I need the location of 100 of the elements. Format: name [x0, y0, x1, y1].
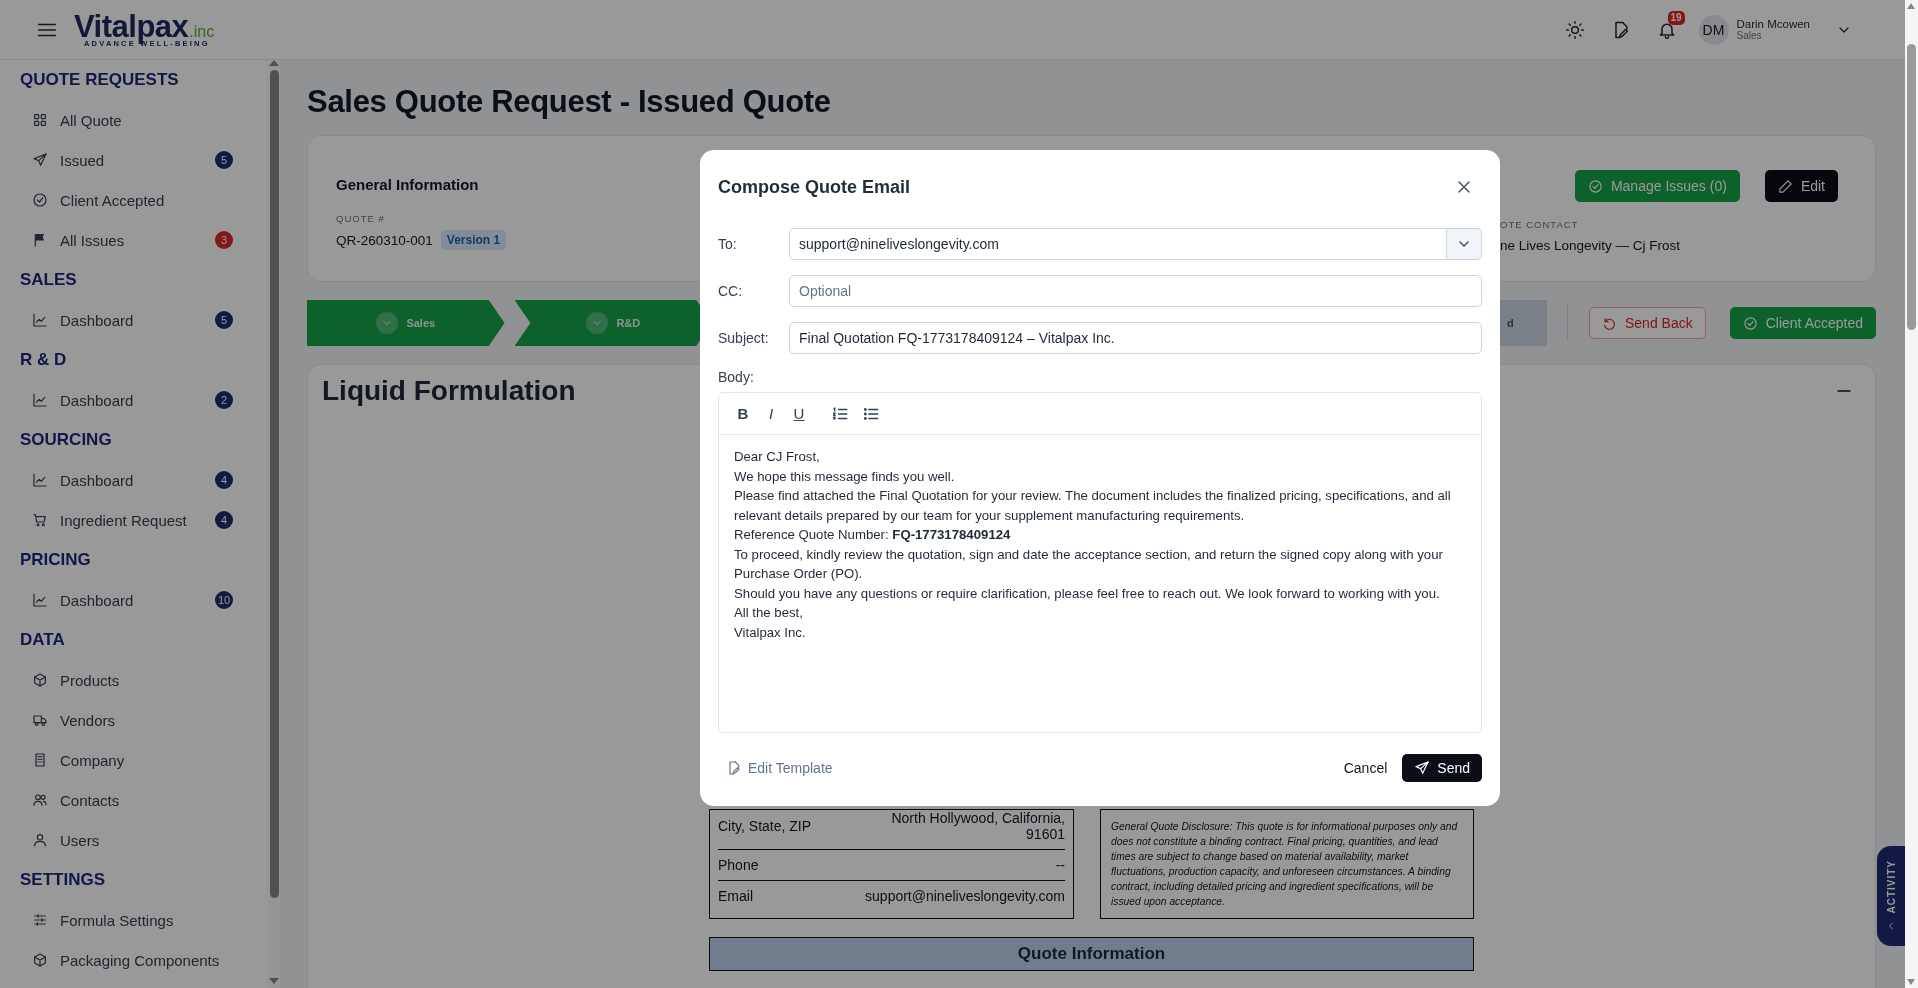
section-heading: SETTINGS — [20, 869, 105, 891]
recipient-field[interactable]: support@nineliveslongevity.com — [789, 228, 1447, 260]
numbered-list-icon[interactable] — [831, 404, 849, 423]
file-edit-icon — [726, 760, 742, 776]
section-heading: DATA — [20, 629, 65, 651]
section-title: Liquid Formulation — [322, 375, 576, 407]
card-heading: General Information — [336, 176, 479, 193]
step-label: R&D — [616, 317, 641, 329]
action-button[interactable]: Send Back — [1589, 307, 1706, 339]
building-icon — [32, 752, 48, 768]
sidebar-item[interactable]: Issued 5 — [20, 140, 267, 180]
cart-icon — [32, 512, 48, 528]
user-name: Darin Mcowen — [1736, 17, 1810, 31]
contact-value: -- — [1055, 857, 1065, 873]
contact-value: North Hollywood, California, 91601 — [890, 810, 1065, 842]
field-label: QUOTE # — [336, 213, 385, 224]
sidebar-item[interactable]: Dashboard 10 — [20, 580, 267, 620]
undo-icon — [1602, 315, 1617, 331]
sidebar-item[interactable]: Company — [20, 740, 267, 780]
body-editor[interactable] — [718, 392, 1482, 733]
section-heading: PRICING — [20, 549, 91, 571]
avatar[interactable]: DM — [1698, 14, 1729, 45]
cube-icon — [32, 672, 48, 688]
count-badge: 4 — [215, 511, 233, 529]
body-text: All the best, — [734, 604, 804, 622]
field-label: Body: — [718, 369, 754, 385]
bold-button[interactable]: B — [731, 401, 755, 426]
sliders-icon — [32, 912, 48, 928]
users-icon — [32, 792, 48, 808]
version-badge: Version 1 — [440, 230, 507, 250]
sidebar-item[interactable]: Formula Settings — [20, 900, 267, 940]
contact-label: Email — [718, 888, 753, 904]
grid-icon — [32, 112, 48, 128]
count-badge: 4 — [215, 471, 233, 489]
contact-label: Phone — [718, 857, 759, 873]
activity-tab[interactable]: ACTIVITY — [1877, 846, 1905, 946]
section-heading: SALES — [20, 269, 77, 291]
contact-label: City, State, ZIP — [718, 818, 812, 834]
sidebar-item[interactable]: Dashboard 2 — [20, 380, 267, 420]
paper-plane-icon — [32, 152, 48, 168]
disclaimer-text: General Quote Disclosure: This quote is for informational purposes only and does not constitute a binding contract. Final pricing, quantities, and lead times are subject to change based on material availability, market fluctuations, production capacity, and unforeseen circumstances. A binding contract, including detailed pricing and ingredient specifications, will be issued upon acceptance. — [1111, 820, 1459, 909]
cancel-button[interactable]: Cancel — [1343, 760, 1388, 776]
step-label: d — [1507, 317, 1514, 329]
body-text: We hope this message finds you well. — [734, 467, 956, 486]
field-label: OTE CONTACT — [1500, 219, 1579, 230]
field-label: CC: — [718, 283, 744, 299]
sidebar-item[interactable]: All Quote — [20, 100, 267, 140]
logo-suffix: .inc — [189, 24, 215, 41]
section-heading: QUOTE REQUESTS — [20, 69, 179, 91]
check-circle-icon — [1742, 315, 1758, 331]
user-icon — [32, 832, 48, 848]
check-circle-icon — [32, 192, 48, 208]
edit-template-button[interactable]: Edit Template — [718, 760, 833, 776]
check-circle-icon — [1587, 178, 1603, 194]
cc-field[interactable]: Optional — [789, 275, 1482, 307]
chart-icon — [32, 312, 48, 328]
chart-icon — [32, 472, 48, 488]
sidebar-item[interactable]: All Issues 3 — [20, 220, 267, 260]
section-heading: SOURCING — [20, 429, 112, 451]
quote-number: QR-260310-001 — [336, 232, 433, 248]
contact-name: ne Lives Longevity — Cj Frost — [1500, 238, 1681, 253]
sidebar-item[interactable]: Dashboard 5 — [20, 300, 267, 340]
sidebar-item[interactable]: Client Accepted — [20, 180, 267, 220]
italic-button[interactable]: I — [759, 401, 783, 426]
subject-field[interactable]: Final Quotation FQ-1773178409124 – Vitalpax Inc. — [789, 322, 1482, 354]
logo-name: Vitalpax — [74, 11, 189, 43]
body-text: Vitalpax Inc. — [734, 623, 807, 642]
table-header: Quote Information — [709, 936, 1474, 971]
sun-icon[interactable] — [1564, 19, 1585, 40]
body-text: Should you have any questions or require clarification, please feel free to reach out. We look forward to working with you. — [734, 584, 1441, 603]
section-heading: R & D — [20, 349, 67, 371]
chart-icon — [32, 592, 48, 608]
contact-value: support@nineliveslongevity.com — [865, 888, 1065, 904]
count-badge: 2 — [215, 391, 233, 409]
sidebar-item[interactable]: Dashboard 4 — [20, 460, 267, 500]
chart-icon — [32, 392, 48, 408]
step-label: Sales — [406, 317, 436, 329]
user-role: Sales — [1736, 30, 1763, 42]
dialog-title: Compose Quote Email — [718, 176, 911, 198]
sidebar-item[interactable]: Vendors — [20, 700, 267, 740]
sidebar-item[interactable]: Products — [20, 660, 267, 700]
sidebar-item[interactable]: Packaging Components — [20, 940, 267, 980]
count-badge: 5 — [215, 311, 233, 329]
sidebar-item[interactable]: Ingredient Request 4 — [20, 500, 267, 540]
count-badge: 5 — [215, 151, 233, 169]
page-title: Sales Quote Request - Issued Quote — [307, 83, 832, 121]
cube-icon — [32, 952, 48, 968]
send-icon — [1414, 760, 1431, 776]
sidebar-item[interactable]: Contacts — [20, 780, 267, 820]
action-button[interactable]: Edit — [1764, 170, 1838, 202]
send-button[interactable]: Send — [1402, 754, 1482, 782]
field-label: To: — [718, 236, 738, 252]
field-label: Subject: — [718, 330, 770, 346]
body-text: Reference Quote Number: FQ-1773178409124 — [734, 526, 1012, 544]
body-text: Dear CJ Frost, — [734, 448, 821, 466]
body-text: To proceed, kindly review the quotation, sign and date the acceptance section, and return the signed copy along with your Purchase Order (PO). — [734, 545, 1444, 583]
underline-button[interactable]: U — [787, 401, 811, 426]
sidebar-item[interactable]: Users — [20, 820, 267, 860]
count-badge: 3 — [215, 231, 233, 249]
count-badge: 10 — [215, 591, 233, 609]
